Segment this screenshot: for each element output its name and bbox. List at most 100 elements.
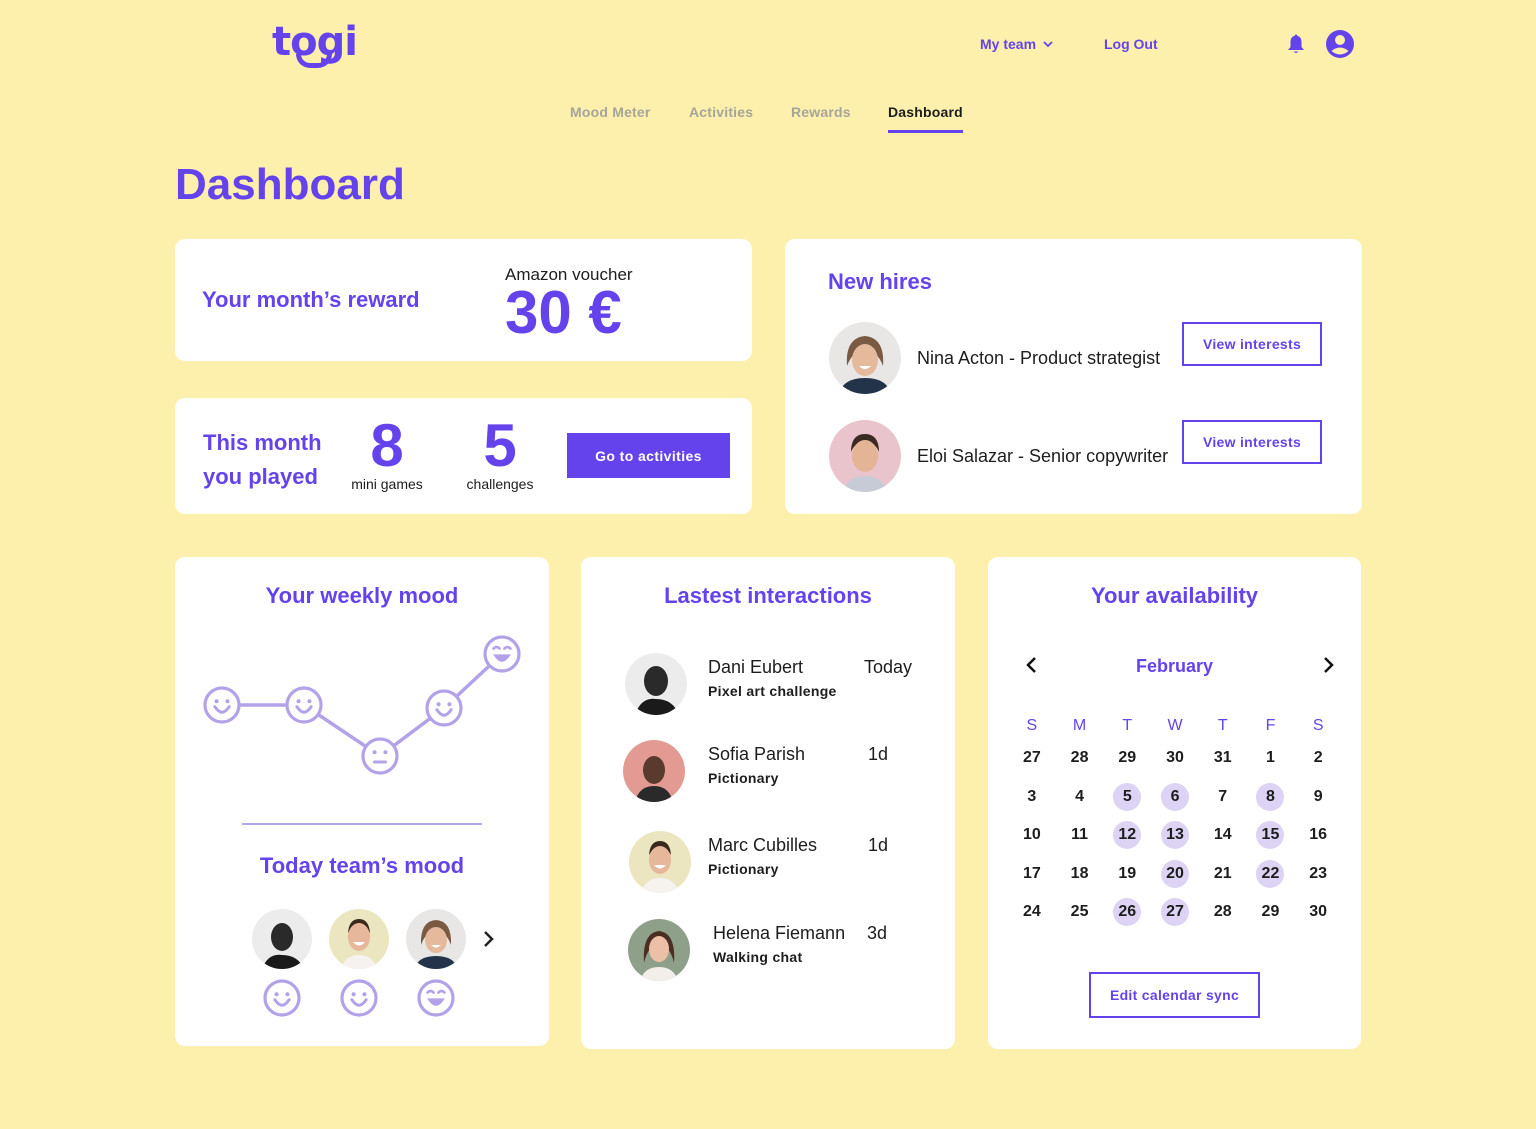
day-number: 2 <box>1313 749 1323 767</box>
happy-face-icon <box>285 686 323 724</box>
chevron-right-icon[interactable] <box>1316 653 1340 677</box>
reward-amount: 30 € <box>505 279 622 346</box>
happy-face-icon <box>425 689 463 727</box>
team-member-avatar[interactable] <box>252 909 312 969</box>
new-hire-row: Nina Acton - Product strategist View int… <box>829 322 1329 394</box>
calendar-day[interactable]: 30 <box>1294 896 1342 928</box>
monthly-reward-card: Your month’s reward Amazon voucher 30 € <box>175 239 752 361</box>
interaction-name: Marc Cubilles <box>708 835 818 855</box>
main-tabs: Mood Meter Activities Rewards Dashboard <box>0 104 1536 134</box>
edit-calendar-sync-button[interactable]: Edit calendar sync <box>1089 972 1260 1018</box>
calendar-day[interactable]: 14 <box>1199 819 1247 851</box>
calendar-day[interactable]: 25 <box>1056 896 1104 928</box>
avatar <box>625 653 687 715</box>
calendar-day-available[interactable]: 20 <box>1151 858 1199 890</box>
day-number: 12 <box>1118 826 1137 844</box>
logo-smile-icon <box>296 54 332 68</box>
challenges-label: challenges <box>466 476 534 492</box>
day-number: 27 <box>1022 749 1041 767</box>
interaction-item[interactable]: Sofia Parish Pictionary 1d <box>623 740 925 804</box>
calendar-day[interactable]: 10 <box>1008 819 1056 851</box>
day-number: 10 <box>1022 826 1041 844</box>
interaction-item[interactable]: Marc Cubilles Pictionary 1d <box>625 831 925 895</box>
calendar-day-available[interactable]: 13 <box>1151 819 1199 851</box>
weekly-mood-chart <box>203 635 521 775</box>
day-number: 20 <box>1166 864 1184 882</box>
interaction-name: Helena Fiemann <box>713 923 846 943</box>
view-interests-button[interactable]: View interests <box>1182 420 1322 464</box>
day-number: 27 <box>1166 903 1184 921</box>
calendar-day[interactable]: 28 <box>1056 742 1104 774</box>
calendar-day-available[interactable]: 27 <box>1151 896 1199 928</box>
interaction-time: 1d <box>868 744 889 764</box>
calendar-day[interactable]: 28 <box>1199 896 1247 928</box>
go-to-activities-button[interactable]: Go to activities <box>567 433 730 478</box>
interaction-activity: Walking chat <box>713 949 803 965</box>
team-member-avatar[interactable] <box>329 909 389 969</box>
view-interests-button[interactable]: View interests <box>1182 322 1322 366</box>
interaction-activity: Pictionary <box>708 861 779 877</box>
tab-rewards[interactable]: Rewards <box>791 104 851 120</box>
day-number: 28 <box>1213 903 1232 921</box>
calendar-day[interactable]: 3 <box>1008 781 1056 813</box>
day-number: 30 <box>1166 749 1184 767</box>
calendar-day[interactable]: 17 <box>1008 858 1056 890</box>
day-number: 22 <box>1261 864 1280 882</box>
calendar-day[interactable]: 2 <box>1294 742 1342 774</box>
calendar-day[interactable]: 7 <box>1199 781 1247 813</box>
day-number: 18 <box>1070 864 1089 882</box>
user-avatar-icon[interactable] <box>1325 29 1355 59</box>
calendar-day-available[interactable]: 26 <box>1103 896 1151 928</box>
calendar-week: 17 18 19 20 21 22 23 <box>1008 855 1342 894</box>
day-number: 31 <box>1213 749 1232 767</box>
calendar-day[interactable]: 29 <box>1247 896 1295 928</box>
calendar-day[interactable]: 29 <box>1103 742 1151 774</box>
interaction-item[interactable]: Helena Fiemann Walking chat 3d <box>625 919 925 983</box>
calendar-day[interactable]: 9 <box>1294 781 1342 813</box>
avatar <box>629 831 691 893</box>
calendar-day-available[interactable]: 12 <box>1103 819 1151 851</box>
calendar-week: 27 28 29 30 31 1 2 <box>1008 739 1342 778</box>
calendar-day[interactable]: 4 <box>1056 781 1104 813</box>
happy-face-icon <box>340 979 378 1017</box>
calendar-day[interactable]: 18 <box>1056 858 1104 890</box>
day-number: 30 <box>1309 903 1328 921</box>
latest-interactions-card: Lastest interactions Dani Eubert Pixel a… <box>581 557 955 1049</box>
tab-activities[interactable]: Activities <box>689 104 753 120</box>
calendar-day[interactable]: 1 <box>1247 742 1295 774</box>
calendar-day[interactable]: 31 <box>1199 742 1247 774</box>
calendar-day-available[interactable]: 6 <box>1151 781 1199 813</box>
day-number: 24 <box>1022 903 1041 921</box>
chevron-right-icon[interactable] <box>479 927 499 951</box>
calendar-day[interactable]: 21 <box>1199 858 1247 890</box>
interaction-item[interactable]: Dani Eubert Pixel art challenge Today <box>625 653 925 717</box>
day-number: 14 <box>1213 826 1232 844</box>
calendar-day[interactable]: 30 <box>1151 742 1199 774</box>
challenges-count: 5 <box>483 412 517 479</box>
calendar-day[interactable]: 19 <box>1103 858 1151 890</box>
calendar-day-available[interactable]: 8 <box>1247 781 1295 813</box>
mini-games-label: mini games <box>351 476 423 492</box>
team-member-avatar[interactable] <box>406 909 466 969</box>
calendar-day-available[interactable]: 15 <box>1247 819 1295 851</box>
calendar-day[interactable]: 11 <box>1056 819 1104 851</box>
bell-icon[interactable] <box>1286 33 1306 55</box>
avatar-photo <box>829 322 901 394</box>
calendar-day-available[interactable]: 5 <box>1103 781 1151 813</box>
calendar-day[interactable]: 23 <box>1294 858 1342 890</box>
avatar-photo <box>252 909 312 969</box>
calendar-day[interactable]: 16 <box>1294 819 1342 851</box>
calendar-day-available[interactable]: 22 <box>1247 858 1295 890</box>
day-number: 1 <box>1266 749 1275 767</box>
calendar-day[interactable]: 24 <box>1008 896 1056 928</box>
day-number: 19 <box>1118 864 1137 882</box>
tab-mood-meter[interactable]: Mood Meter <box>570 104 651 120</box>
interactions-title: Lastest interactions <box>664 583 872 608</box>
logout-link[interactable]: Log Out <box>1104 36 1158 52</box>
my-team-dropdown[interactable]: My team <box>980 36 1053 52</box>
calendar-week: 24 25 26 27 28 29 30 <box>1008 893 1342 932</box>
calendar-day[interactable]: 27 <box>1008 742 1056 774</box>
neutral-face-icon <box>361 737 399 775</box>
tab-dashboard[interactable]: Dashboard <box>888 104 963 133</box>
monthly-played-card: This month you played 8 mini games 5 chal… <box>175 398 752 514</box>
